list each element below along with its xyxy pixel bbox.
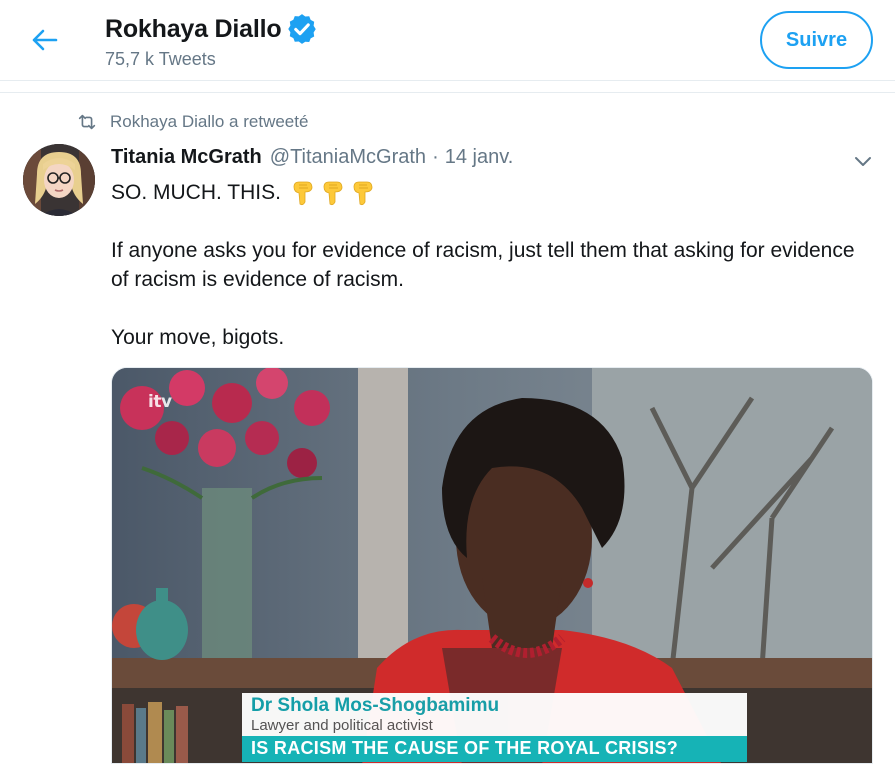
pointing-down-emoji-icon — [353, 181, 373, 205]
channel-logo: itv — [148, 392, 172, 412]
tweet-paragraph-2: If anyone asks you for evidence of racis… — [111, 239, 855, 291]
retweet-icon — [78, 114, 96, 130]
emoji-row — [291, 180, 375, 206]
verified-badge-icon — [288, 14, 317, 44]
back-button[interactable] — [28, 26, 62, 54]
arrow-left-icon — [32, 29, 58, 51]
profile-name-row: Rokhaya Diallo — [105, 12, 319, 46]
chyron-headline: IS RACISM THE CAUSE OF THE ROYAL CRISIS? — [251, 738, 679, 758]
follow-button[interactable]: Suivre — [760, 11, 873, 69]
retweet-context[interactable]: Rokhaya Diallo a retweeté — [76, 111, 308, 133]
tweet-paragraph-3: Your move, bigots. — [111, 326, 285, 349]
chyron-name: Dr Shola Mos-Shogbamimu — [251, 695, 500, 716]
author-handle[interactable]: @TitaniaMcGrath — [270, 146, 426, 169]
profile-header: Rokhaya Diallo 75,7 k Tweets Suivre — [0, 0, 895, 81]
tweet-line-1: SO. MUCH. THIS. — [111, 178, 871, 207]
tweet-header: Titania McGrath @TitaniaMcGrath · 14 jan… — [111, 146, 513, 169]
avatar[interactable] — [23, 144, 95, 216]
pointing-down-emoji-icon — [323, 181, 343, 205]
tweet-count: 75,7 k Tweets — [105, 49, 216, 69]
pointing-down-emoji-icon — [293, 181, 313, 205]
separator-dot: · — [432, 146, 439, 168]
avatar-image — [23, 144, 95, 216]
chyron-role: Lawyer and political activist — [251, 717, 433, 734]
chevron-down-icon[interactable] — [852, 150, 874, 172]
retweet-label: Rokhaya Diallo a retweeté — [110, 112, 309, 131]
tweet-media-video[interactable]: itv Dr Shola Mos-Shogbamimu Lawyer and p… — [111, 367, 873, 764]
profile-name: Rokhaya Diallo — [105, 14, 282, 43]
chyron-name-bar: Dr Shola Mos-Shogbamimu Lawyer and polit… — [242, 693, 747, 736]
tweet-date[interactable]: 14 janv. — [445, 146, 514, 169]
video-chyron: Dr Shola Mos-Shogbamimu Lawyer and polit… — [242, 693, 747, 762]
tweet-headline-text: SO. MUCH. THIS. — [111, 181, 281, 204]
divider — [0, 92, 895, 93]
chyron-headline-bar: IS RACISM THE CAUSE OF THE ROYAL CRISIS? — [242, 736, 747, 762]
tweet-text: SO. MUCH. THIS. If anyone asks you for e… — [111, 178, 871, 352]
author-name[interactable]: Titania McGrath — [111, 146, 262, 169]
